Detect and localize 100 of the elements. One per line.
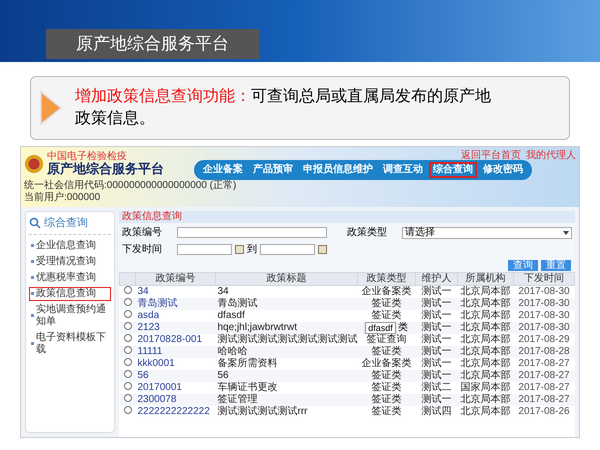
sidebar-item[interactable]: 企业信息查询 xyxy=(29,238,111,252)
query-button[interactable]: 查询 xyxy=(508,260,538,271)
start-date-input[interactable] xyxy=(177,244,232,255)
radio-button[interactable] xyxy=(124,346,132,354)
nav-tab[interactable]: 企业备案 xyxy=(199,162,247,178)
table-cell: 签证类 xyxy=(372,346,402,357)
search-icon xyxy=(29,217,41,230)
table-cell: 测试四 xyxy=(422,406,452,417)
table-cell: 签证类 xyxy=(372,406,402,417)
table-cell: 测试一 xyxy=(422,394,452,405)
table-cell: 测试一 xyxy=(422,298,452,309)
header-link[interactable]: 我的代理人 xyxy=(526,148,576,163)
table-cell: 2222222222222 xyxy=(138,406,210,417)
nav-tab[interactable]: 调查互动 xyxy=(379,162,427,178)
radio-button[interactable] xyxy=(124,382,132,390)
radio-button[interactable] xyxy=(124,394,132,402)
table-cell: 测试测试测试测试rrr xyxy=(218,406,308,417)
header-link[interactable]: 返回平台首页 xyxy=(461,148,521,163)
org-label: 中国电子检验检疫 xyxy=(47,151,128,162)
table-cell: 34 xyxy=(218,286,229,297)
triangle-icon xyxy=(39,90,63,126)
column-header: 政策编号 xyxy=(136,272,216,286)
table-cell: 2017-08-27 xyxy=(518,370,570,381)
query-button[interactable]: 重置 xyxy=(541,260,571,271)
nav-tab[interactable]: 产品预审 xyxy=(249,162,297,178)
end-date-input[interactable] xyxy=(260,244,315,255)
table-cell: 2123 xyxy=(138,322,160,333)
app-title: 原产地综合服务平台 xyxy=(47,162,164,176)
column-header: 下发时间 xyxy=(514,272,574,286)
radio-button[interactable] xyxy=(124,322,132,330)
field-label: 下发时间 xyxy=(122,242,163,257)
table-cell: 20170001 xyxy=(138,382,182,393)
nav-tab[interactable]: 申报员信息维护 xyxy=(299,162,377,178)
sidebar-item[interactable]: 电子资料模板下载 xyxy=(29,330,111,356)
table-cell: 2017-08-27 xyxy=(518,358,570,369)
table-cell: 2017-08-29 xyxy=(518,334,570,345)
table-cell: 2017-08-28 xyxy=(518,346,570,357)
credit-code-text: 统一社会信用代码:000000000000000000 (正常) xyxy=(24,180,236,192)
table-cell: 56 xyxy=(218,370,229,381)
table-cell: kkk0001 xyxy=(138,358,175,369)
sidebar-item[interactable]: 政策信息查询 xyxy=(29,286,111,300)
table-cell: hqe;jhl;jawbrwtrwt xyxy=(218,322,297,333)
field-label: 政策编号 xyxy=(122,226,163,240)
nav-tab[interactable]: 综合查询 xyxy=(429,162,477,178)
radio-button[interactable] xyxy=(124,310,132,318)
table-cell: 2017-08-27 xyxy=(518,394,570,405)
sidebar-item[interactable]: 受理情况查询 xyxy=(29,254,111,268)
radio-button[interactable] xyxy=(124,298,132,306)
table-cell: 签证类 xyxy=(372,298,402,309)
calendar-icon[interactable] xyxy=(318,245,327,254)
table-cell: dfasdf xyxy=(218,310,245,321)
table-cell: 2017-08-30 xyxy=(518,286,570,297)
table-cell: 青岛测试 xyxy=(138,298,178,309)
table-cell: 11111 xyxy=(138,346,162,357)
policy-type-select[interactable]: 请选择 xyxy=(402,226,572,238)
table-cell: 测试测试测试测试测试测试测试 xyxy=(218,334,358,345)
panel-title: 政策信息查询 xyxy=(122,212,182,222)
sidebar-item[interactable]: 优惠税率查询 xyxy=(29,270,111,284)
table-cell: 签证管理 xyxy=(218,394,258,405)
radio-button[interactable] xyxy=(124,358,132,366)
emblem-icon xyxy=(24,152,44,174)
slide-title: 原产地综合服务平台 xyxy=(46,29,259,59)
radio-button[interactable] xyxy=(124,286,132,294)
column-header: 政策标题 xyxy=(216,272,358,286)
policy-number-input[interactable] xyxy=(177,227,327,238)
table-cell: asda xyxy=(138,310,160,321)
table-cell: 测试一 xyxy=(422,310,452,321)
table-cell: 青岛测试 xyxy=(218,298,258,309)
table-cell: 企业备案类 xyxy=(362,286,412,297)
table-cell: 2017-08-27 xyxy=(518,382,570,393)
table-cell: 20170828-001 xyxy=(138,334,202,345)
callout-text: 增加政策信息查询功能：可查询总局或直属局发布的原产地政策信息。 xyxy=(75,86,492,129)
radio-button[interactable] xyxy=(124,370,132,378)
table-cell: 北京局本部 xyxy=(460,286,510,297)
table-cell: 测试二 xyxy=(422,382,452,393)
calendar-icon[interactable] xyxy=(235,245,244,254)
table-cell: 56 xyxy=(138,370,149,381)
table-cell: 2017-08-26 xyxy=(518,406,570,417)
table-cell: 2017-08-30 xyxy=(518,310,570,321)
table-cell: 哈哈哈 xyxy=(218,346,248,357)
sidebar-item[interactable]: 实地调查预约通知单 xyxy=(29,302,111,328)
field-label: 政策类型 xyxy=(347,226,388,240)
tooltip: dfasdf xyxy=(365,322,396,334)
current-user-text: 当前用户:000000 xyxy=(24,192,100,204)
table-cell: 签证类 xyxy=(372,370,402,381)
table-cell: 测试一 xyxy=(422,370,452,381)
caret-icon xyxy=(563,230,569,234)
radio-button[interactable] xyxy=(124,406,132,414)
table-cell: 测试一 xyxy=(422,322,452,333)
nav-tab[interactable]: 修改密码 xyxy=(479,162,527,178)
radio-button[interactable] xyxy=(124,334,132,342)
table-cell: 签证类 xyxy=(372,382,402,393)
table-cell: 2017-08-30 xyxy=(518,298,570,309)
table-cell: 签证查询 xyxy=(366,334,406,345)
table-cell: 签证类 xyxy=(372,310,402,321)
table-cell: 测试一 xyxy=(422,286,452,297)
table-cell: 测试一 xyxy=(422,346,452,357)
table-cell: 测试一 xyxy=(422,334,452,345)
table-cell: 测试一 xyxy=(422,358,452,369)
table-cell: 2300078 xyxy=(138,394,176,405)
